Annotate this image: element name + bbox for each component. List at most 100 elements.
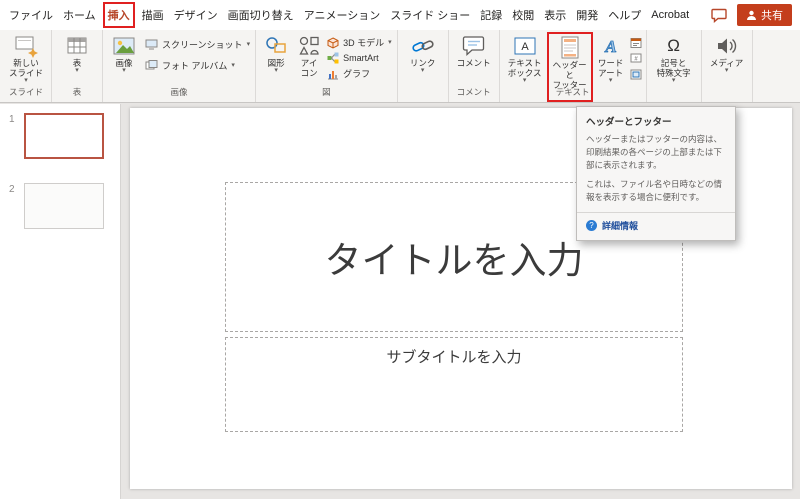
group-label-links — [401, 85, 445, 100]
subtitle-placeholder-text: サブタイトルを入力 — [386, 349, 522, 366]
ribbon-group-illustrations: 図形 ▾ アイ コン 3D モデル ▾ SmartArt グラフ 図 — [256, 30, 398, 102]
chevron-down-icon: ▾ — [671, 77, 676, 85]
share-person-icon — [746, 10, 757, 21]
tab-view[interactable]: 表示 — [539, 1, 571, 29]
annotation-box-header-footer: ヘッダーと フッター — [546, 32, 593, 102]
chevron-down-icon: ▾ — [24, 77, 28, 85]
smartart-button[interactable]: SmartArt — [325, 51, 394, 65]
chevron-down-icon: ▾ — [122, 67, 126, 75]
media-button[interactable]: メディア ▾ — [705, 32, 749, 74]
help-icon: ? — [586, 219, 597, 231]
photo-album-button[interactable]: フォト アルバム ▾ — [143, 58, 252, 73]
comments-icon[interactable] — [709, 6, 729, 24]
chevron-down-icon: ▾ — [420, 67, 425, 75]
svg-text:A: A — [521, 41, 529, 53]
ribbon-group-slides: 新しい スライド ▾ スライド — [1, 30, 52, 102]
date-time-button[interactable] — [630, 36, 643, 48]
text-box-icon: A — [512, 33, 538, 58]
header-footer-button[interactable]: ヘッダーと フッター — [549, 34, 591, 91]
chevron-down-icon: ▾ — [274, 67, 278, 75]
ribbon-tabs: ファイル ホーム 挿入 描画 デザイン 画面切り替え アニメーション スライド … — [0, 1, 694, 29]
slide-number: 2 — [9, 184, 15, 195]
3d-models-button[interactable]: 3D モデル ▾ — [325, 35, 394, 50]
tab-slideshow[interactable]: スライド ショー — [385, 1, 475, 29]
chevron-down-icon: ▾ — [246, 40, 251, 48]
powerpoint-window: ファイル ホーム 挿入 描画 デザイン 画面切り替え アニメーション スライド … — [0, 0, 800, 499]
chevron-down-icon: ▾ — [522, 77, 527, 85]
new-slide-button[interactable]: 新しい スライド ▾ — [4, 32, 48, 84]
chart-icon — [327, 68, 339, 80]
tab-draw[interactable]: 描画 — [137, 1, 169, 29]
illustrations-small-buttons: 3D モデル ▾ SmartArt グラフ — [325, 32, 394, 81]
tab-file[interactable]: ファイル — [4, 1, 58, 29]
chart-button[interactable]: グラフ — [325, 66, 394, 81]
link-button[interactable]: リンク ▾ — [401, 32, 445, 74]
chevron-down-icon: ▾ — [608, 77, 613, 85]
tab-animations[interactable]: アニメーション — [299, 1, 386, 29]
3d-model-icon — [327, 36, 339, 49]
tooltip-footer: ? 詳細情報 — [577, 213, 735, 240]
slide-thumbnails-panel: 1 2 — [0, 104, 121, 499]
group-label-comments: コメント — [456, 87, 491, 97]
object-button[interactable] — [630, 68, 643, 80]
header-footer-icon — [557, 35, 583, 60]
chart-label: グラフ — [343, 69, 371, 79]
comment-button[interactable]: コメント — [452, 32, 496, 68]
photo-album-icon — [145, 60, 158, 71]
share-button[interactable]: 共有 — [737, 4, 792, 26]
header-footer-label: ヘッダーと フッター — [552, 60, 587, 91]
slide-number-button[interactable]: # — [630, 52, 643, 64]
tab-help[interactable]: ヘルプ — [603, 1, 646, 29]
table-icon — [64, 33, 90, 58]
tab-insert[interactable]: 挿入 — [102, 2, 135, 28]
screenshot-button[interactable]: スクリーンショット ▾ — [143, 37, 252, 52]
new-slide-label: 新しい スライド — [8, 58, 43, 79]
slide-2-thumbnail[interactable] — [24, 183, 104, 229]
chevron-down-icon: ▾ — [724, 67, 729, 75]
subtitle-placeholder[interactable]: サブタイトルを入力 — [225, 337, 683, 432]
ribbon-group-symbols: Ω 記号と 特殊文字 ▾ — [647, 30, 702, 102]
icons-icon — [296, 33, 322, 58]
photo-album-label: フォト アルバム — [162, 61, 228, 71]
symbol-label: 記号と 特殊文字 — [656, 58, 691, 79]
menubar: ファイル ホーム 挿入 描画 デザイン 画面切り替え アニメーション スライド … — [0, 0, 800, 30]
text-box-button[interactable]: A テキスト ボックス ▾ — [503, 32, 547, 84]
slide-1-thumbnail[interactable] — [24, 113, 104, 159]
omega-symbol-icon: Ω — [667, 35, 680, 55]
tab-developer[interactable]: 開発 — [571, 1, 603, 29]
group-label-illustrations: 図 — [322, 87, 331, 97]
group-label-symbols — [650, 85, 698, 100]
tell-me-more-link[interactable]: 詳細情報 — [602, 219, 638, 232]
3d-models-label: 3D モデル — [343, 38, 385, 48]
table-button[interactable]: 表 ▾ — [55, 32, 99, 74]
tab-home[interactable]: ホーム — [58, 1, 101, 29]
images-small-buttons: スクリーンショット ▾ フォト アルバム ▾ — [143, 32, 252, 73]
icons-button[interactable]: アイ コン — [294, 32, 324, 78]
shapes-button[interactable]: 図形 ▾ — [259, 32, 293, 74]
share-label: 共有 — [761, 10, 783, 22]
shapes-icon — [263, 33, 289, 58]
slide-thumbnail-row-1: 1 — [0, 104, 120, 159]
icons-label: アイ コン — [300, 58, 318, 79]
chevron-down-icon: ▾ — [231, 61, 235, 69]
speaker-icon — [714, 33, 740, 58]
tab-acrobat[interactable]: Acrobat — [646, 3, 694, 27]
ribbon: 新しい スライド ▾ スライド 表 ▾ 表 画像 ▾ スクリーンショット ▾ フ… — [0, 30, 800, 103]
tab-design[interactable]: デザイン — [169, 1, 223, 29]
tab-record[interactable]: 記録 — [475, 1, 507, 29]
wordart-button[interactable]: A ワード アート ▾ — [593, 32, 629, 84]
ribbon-group-table: 表 ▾ 表 — [52, 30, 103, 102]
symbol-button[interactable]: Ω 記号と 特殊文字 ▾ — [650, 32, 698, 85]
text-tiny-buttons: # — [630, 32, 643, 80]
group-label-media — [705, 85, 749, 100]
tab-transitions[interactable]: 画面切り替え — [223, 1, 299, 29]
link-icon — [410, 33, 436, 58]
ribbon-group-images: 画像 ▾ スクリーンショット ▾ フォト アルバム ▾ 画像 — [103, 30, 257, 102]
ribbon-group-media: メディア ▾ — [702, 30, 753, 102]
title-placeholder-text: タイトルを入力 — [324, 240, 584, 281]
ribbon-group-comments: コメント コメント — [449, 30, 500, 102]
tab-review[interactable]: 校閲 — [507, 1, 539, 29]
tooltip-title: ヘッダーとフッター — [586, 117, 672, 128]
new-slide-icon — [13, 33, 39, 58]
pictures-button[interactable]: 画像 ▾ — [106, 32, 142, 74]
